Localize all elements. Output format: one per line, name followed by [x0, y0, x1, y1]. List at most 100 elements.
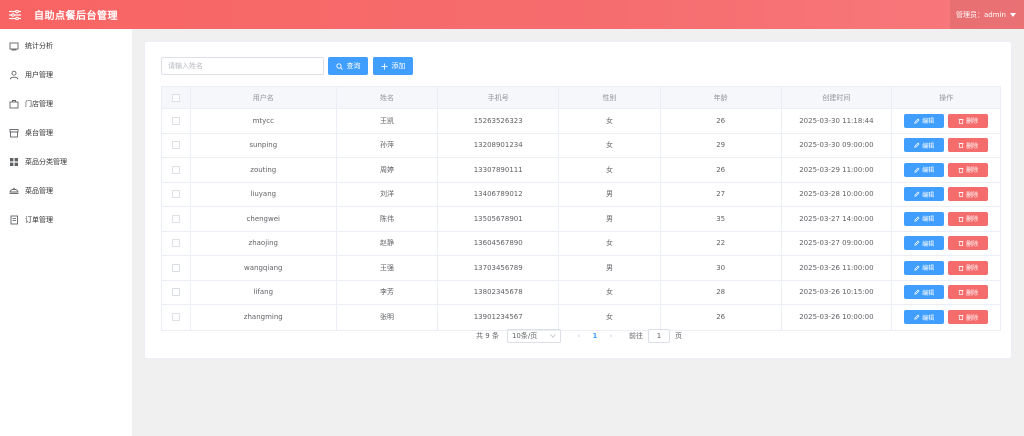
- delete-button-label: 删除: [966, 314, 979, 322]
- content-card: 查询 添加 用户名 姓名 手机号 性别 年龄 创建时间 操作 mtycc王凯15…: [144, 41, 1012, 359]
- edit-icon: [914, 240, 920, 246]
- delete-button[interactable]: 删除: [948, 236, 989, 251]
- cell-name: 王凯: [337, 109, 439, 133]
- edit-button[interactable]: 编辑: [904, 138, 945, 153]
- trash-icon: [958, 240, 964, 247]
- actions-cell: 编辑 删除: [892, 134, 1000, 158]
- user-icon: [9, 70, 19, 80]
- caret-down-icon: [1009, 12, 1016, 17]
- delete-button[interactable]: 删除: [948, 260, 989, 275]
- select-all-cell: [162, 87, 191, 108]
- edit-button[interactable]: 编辑: [904, 113, 945, 128]
- cell-username: zhangming: [191, 305, 337, 330]
- delete-button[interactable]: 删除: [948, 285, 989, 300]
- header-age: 年龄: [661, 87, 782, 108]
- edit-button-label: 编辑: [922, 289, 935, 297]
- edit-button[interactable]: 编辑: [904, 236, 945, 251]
- row-checkbox[interactable]: [171, 239, 180, 248]
- delete-button[interactable]: 删除: [948, 138, 989, 153]
- query-button[interactable]: 查询: [328, 57, 368, 75]
- sidebar-item-users[interactable]: 用户管理: [0, 60, 132, 89]
- trash-icon: [958, 167, 964, 173]
- row-checkbox[interactable]: [171, 313, 180, 322]
- sidebar-item-dishes[interactable]: 菜品管理: [0, 176, 132, 205]
- trash-icon: [958, 289, 964, 296]
- cell-phone: 13307890111: [438, 158, 560, 182]
- cell-age: 29: [661, 133, 782, 157]
- cell-name: 刘洋: [337, 182, 439, 206]
- sidebar-item-stats[interactable]: 统计分析: [0, 31, 132, 60]
- cell-gender: 女: [559, 280, 661, 304]
- select-all-checkbox[interactable]: [171, 93, 180, 102]
- app-title: 自助点餐后台管理: [34, 11, 118, 22]
- user-table: 用户名 姓名 手机号 性别 年龄 创建时间 操作 mtycc 王凯 15263526…: [161, 86, 1001, 331]
- edit-button[interactable]: 编辑: [904, 260, 945, 275]
- edit-button-label: 编辑: [922, 118, 935, 126]
- add-button[interactable]: 添加: [373, 57, 413, 75]
- edit-button[interactable]: 编辑: [904, 211, 945, 226]
- header-gender: 性别: [559, 87, 661, 108]
- user-menu[interactable]: 管理员：admin: [950, 0, 1024, 29]
- row-checkbox[interactable]: [171, 288, 180, 297]
- name-search-input[interactable]: [161, 57, 324, 75]
- delete-button[interactable]: 删除: [948, 162, 989, 177]
- table-row: wangqiang 王强 13703456789 男 30 2025-03-26 11:0…: [162, 256, 1000, 281]
- edit-button-label: 编辑: [922, 167, 935, 175]
- edit-button[interactable]: 编辑: [904, 285, 945, 300]
- edit-button-label: 编辑: [922, 216, 935, 224]
- cell-created-at: 2025-03-28 10:00:00: [782, 182, 893, 206]
- trash-icon: [958, 314, 964, 321]
- next-page-icon[interactable]: ›: [603, 332, 619, 340]
- cell-phone: 13208901234: [438, 133, 560, 157]
- prev-page-icon[interactable]: ‹: [571, 332, 587, 340]
- sidebar-item-label: 用户管理: [25, 70, 53, 79]
- delete-button[interactable]: 删除: [948, 187, 989, 202]
- row-checkbox[interactable]: [171, 116, 180, 125]
- goto-label: 前往: [628, 332, 643, 340]
- edit-button-label: 编辑: [922, 142, 935, 150]
- cell-age: 27: [661, 182, 782, 206]
- delete-button[interactable]: 删除: [948, 113, 989, 128]
- cell-gender: 男: [559, 182, 661, 206]
- edit-button[interactable]: 编辑: [904, 310, 945, 325]
- edit-button[interactable]: 编辑: [904, 162, 945, 177]
- actions-cell: 编辑 删除: [892, 207, 1000, 231]
- delete-button-label: 删除: [966, 289, 979, 297]
- table-row: zhaojing 赵静 13604567890 女 22 2025-03-27 09:00…: [162, 231, 1000, 256]
- delete-button-label: 删除: [966, 191, 979, 199]
- table-row: mtycc 王凯 15263526323 女 26 2025-03-30 11:18:44…: [162, 109, 1000, 134]
- header-created-at: 创建时间: [782, 87, 893, 108]
- cell-phone: 13703456789: [438, 256, 560, 280]
- dish-icon: [9, 186, 19, 196]
- sidebar-item-stores[interactable]: 门店管理: [0, 89, 132, 118]
- row-checkbox[interactable]: [171, 263, 180, 272]
- edit-icon: [914, 314, 920, 320]
- category-grid-icon: [9, 157, 19, 167]
- edit-icon: [914, 118, 920, 124]
- sidebar-item-dish-category[interactable]: 菜品分类管理: [0, 147, 132, 176]
- plus-icon: [381, 62, 389, 70]
- sidebar-item-orders[interactable]: 订单管理: [0, 205, 132, 234]
- row-checkbox[interactable]: [171, 141, 180, 150]
- cell-created-at: 2025-03-26 11:00:00: [782, 256, 893, 280]
- delete-button[interactable]: 删除: [948, 211, 989, 226]
- sidebar-item-label: 菜品管理: [25, 186, 53, 195]
- delete-button[interactable]: 删除: [948, 310, 989, 325]
- page-size-select[interactable]: 10条/页: [506, 329, 561, 343]
- select-cell: [162, 207, 191, 231]
- table-row: lifang 李芳 13802345678 女 28 2025-03-26 10:15:0…: [162, 280, 1000, 305]
- row-checkbox[interactable]: [171, 214, 180, 223]
- edit-button[interactable]: 编辑: [904, 187, 945, 202]
- row-checkbox[interactable]: [171, 165, 180, 174]
- sidebar-item-tables[interactable]: 桌台管理: [0, 118, 132, 147]
- cell-created-at: 2025-03-29 11:00:00: [782, 158, 893, 182]
- actions-cell: 编辑 删除: [892, 305, 1000, 330]
- cell-name: 陈伟: [337, 207, 439, 231]
- cell-created-at: 2025-03-27 09:00:00: [782, 231, 893, 255]
- menu-toggle-icon[interactable]: [8, 9, 22, 21]
- goto-page-input[interactable]: [647, 329, 670, 343]
- cell-gender: 男: [559, 256, 661, 280]
- page-number-current[interactable]: 1: [587, 332, 603, 340]
- row-checkbox[interactable]: [171, 190, 180, 199]
- cell-age: 35: [661, 207, 782, 231]
